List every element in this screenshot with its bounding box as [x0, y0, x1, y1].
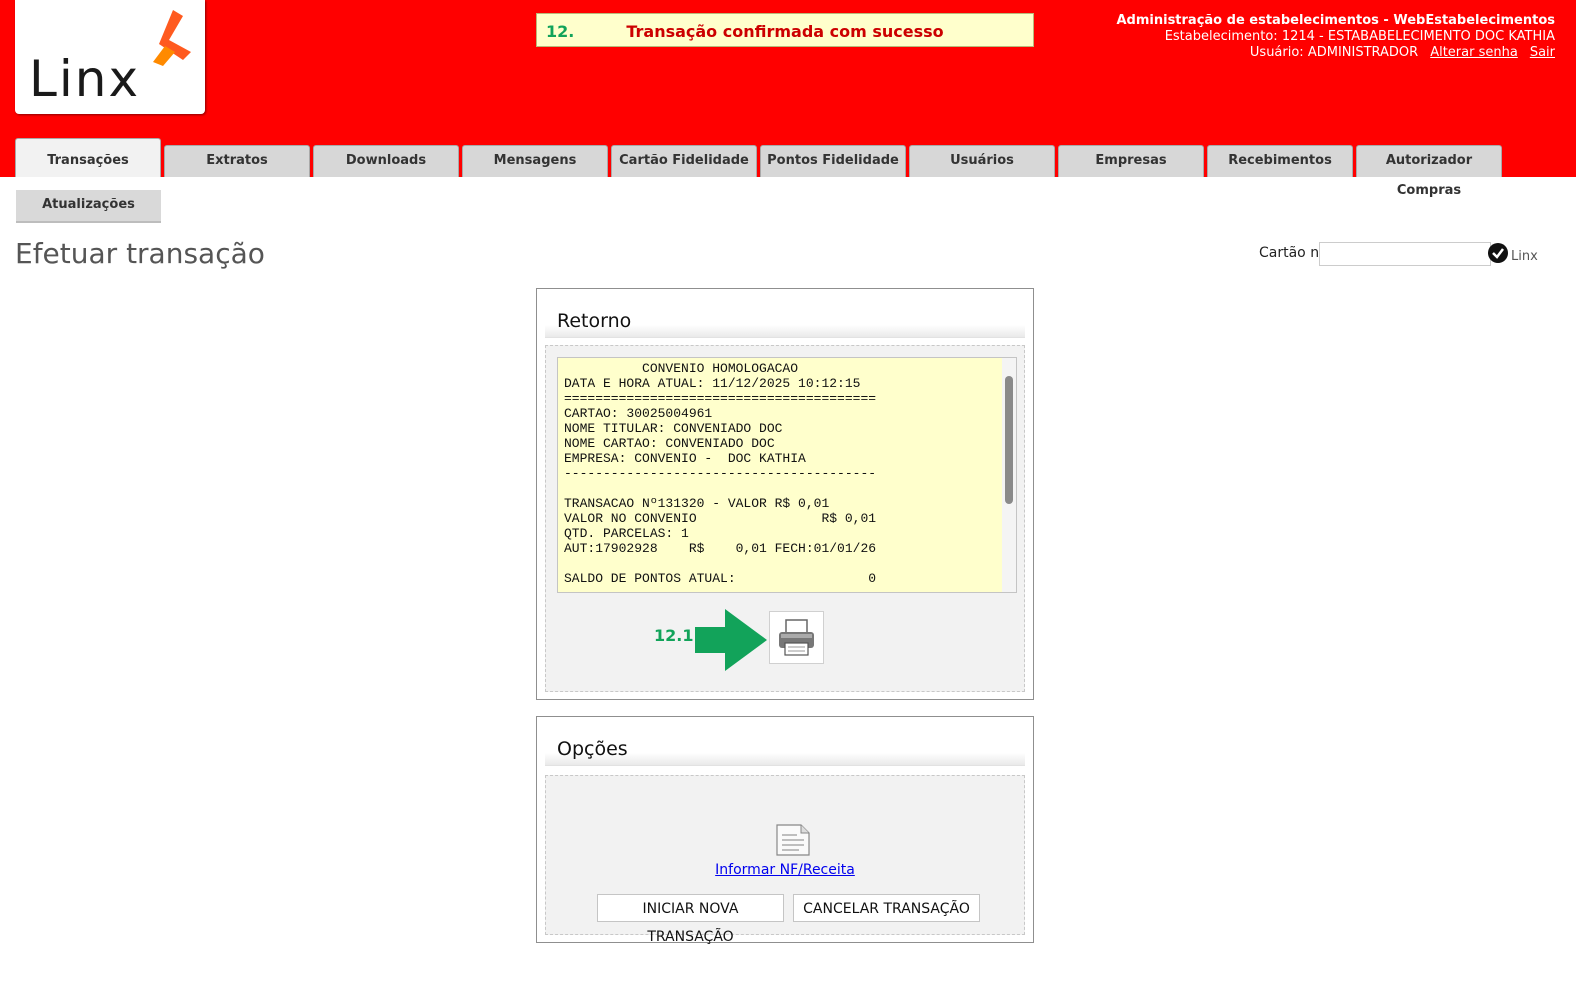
scroll-thumb[interactable] [1005, 376, 1013, 504]
tab-empresas[interactable]: Empresas [1058, 145, 1204, 177]
retorno-body: CONVENIO HOMOLOGACAO DATA E HORA ATUAL: … [545, 345, 1025, 692]
opcoes-panel: Opções Informar NF/Receita INICIAR NOVA … [536, 716, 1034, 945]
logo-text: Linx [29, 50, 141, 108]
tab-downloads[interactable]: Downloads [313, 145, 459, 177]
notice-message: Transação confirmada com sucesso [626, 22, 944, 41]
receipt-scrollbar[interactable] [1002, 358, 1016, 592]
admin-info: Administração de estabelecimentos - WebE… [1116, 13, 1555, 61]
page-title: Efetuar transação [15, 237, 265, 270]
print-step-label: 12.1. [654, 626, 700, 645]
tab-pontos-fidelidade[interactable]: Pontos Fidelidade [760, 145, 906, 177]
print-button[interactable] [769, 611, 824, 664]
success-notice: 12. Transação confirmada com sucesso [536, 13, 1034, 47]
mini-linx-logo: Linx [1511, 249, 1538, 264]
opcoes-title: Opções [557, 738, 628, 760]
tab-cartao-fidelidade[interactable]: Cartão Fidelidade [611, 145, 757, 177]
linx-logo[interactable]: Linx [15, 0, 205, 114]
card-number-input[interactable] [1319, 242, 1491, 266]
confirm-check-icon[interactable] [1488, 243, 1508, 263]
new-transaction-button[interactable]: INICIAR NOVA TRANSAÇÃO [597, 894, 784, 945]
change-password-link[interactable]: Alterar senha [1430, 45, 1518, 60]
tab-extratos[interactable]: Extratos [164, 145, 310, 177]
tab-usuarios[interactable]: Usuários [909, 145, 1055, 177]
printer-icon [779, 619, 814, 656]
opcoes-header: Opções [545, 725, 1025, 766]
tab-transacoes[interactable]: Transações [15, 138, 161, 177]
subtab-atualizacoes[interactable]: Atualizações [16, 190, 161, 223]
retorno-panel: Retorno CONVENIO HOMOLOGACAO DATA E HORA… [536, 288, 1034, 700]
establishment-info: Estabelecimento: 1214 - ESTABABELECIMENT… [1164, 29, 1555, 44]
tab-mensagens[interactable]: Mensagens [462, 145, 608, 177]
linx-logo-mark-icon [153, 10, 191, 66]
informar-nf-link[interactable]: Informar NF/Receita [546, 862, 1024, 878]
tab-recebimentos[interactable]: Recebimentos [1207, 145, 1353, 177]
opcoes-body: Informar NF/Receita INICIAR NOVA TRANSAÇ… [545, 775, 1025, 945]
user-info: Usuário: ADMINISTRADOR [1249, 45, 1419, 60]
header-bar: Linx 12. Transação confirmada com sucess… [0, 0, 1576, 198]
receipt-text: CONVENIO HOMOLOGACAO DATA E HORA ATUAL: … [564, 361, 877, 586]
admin-title: Administração de estabelecimentos - WebE… [1116, 13, 1555, 28]
receipt-textarea[interactable]: CONVENIO HOMOLOGACAO DATA E HORA ATUAL: … [557, 357, 1017, 593]
retorno-header: Retorno [545, 297, 1025, 338]
card-number-label: Cartão nº [1259, 245, 1326, 261]
logout-link[interactable]: Sair [1530, 45, 1555, 60]
cancel-transaction-button[interactable]: CANCELAR TRANSAÇÃO [793, 894, 980, 922]
user-line: Usuário: ADMINISTRADOR Alterar senha Sair [1116, 45, 1555, 61]
tab-autorizador-compras[interactable]: Autorizador Compras [1356, 145, 1502, 198]
green-arrow-icon [695, 609, 767, 671]
retorno-title: Retorno [557, 310, 632, 332]
document-icon[interactable] [775, 823, 811, 857]
